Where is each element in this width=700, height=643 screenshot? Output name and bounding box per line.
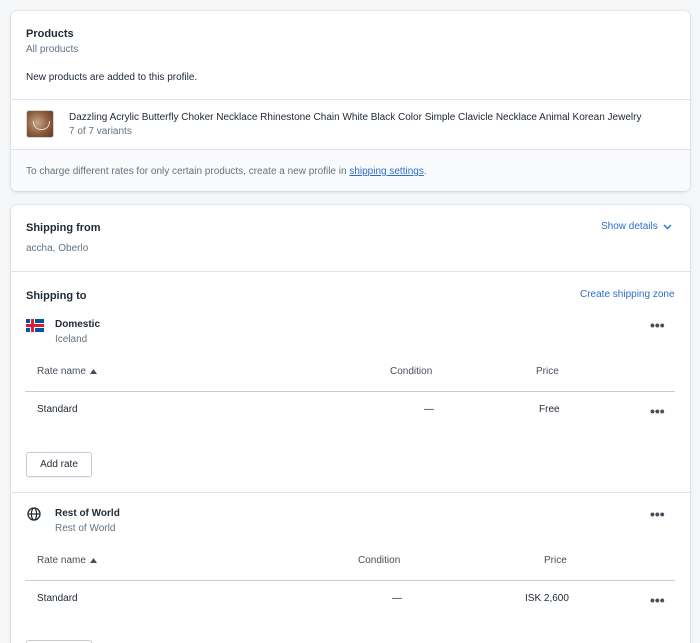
products-card: Products All products New products are a… [11,11,690,191]
footer-text: To charge different rates for only certa… [26,166,350,177]
show-details-label: Show details [601,221,658,232]
shipping-from-title: Shipping from [26,222,101,234]
divider [11,271,690,272]
products-subtitle: All products [26,44,79,55]
rate-more-actions-icon[interactable]: ••• [650,404,665,418]
zone-country: Iceland [55,334,88,345]
product-variants: 7 of 7 variants [69,126,132,137]
shipping-from-location: accha, Oberlo [26,243,89,254]
condition-header: Condition [390,366,433,377]
rate-condition: — [392,593,402,604]
zone-name: Domestic [55,319,101,330]
sort-ascending-icon [89,558,97,563]
divider [11,99,690,100]
shipping-card: Shipping from accha, Oberlo Show details… [11,205,690,643]
chevron-down-icon [663,224,672,229]
globe-icon [27,507,41,521]
zone-more-actions-icon[interactable]: ••• [650,507,665,521]
price-header: Price [544,555,567,566]
products-footer: To charge different rates for only certa… [11,149,690,191]
rate-name: Standard [37,404,78,415]
rate-condition: — [424,404,434,415]
price-header: Price [536,366,559,377]
zone-name: Rest of World [55,508,120,519]
rate-name-sort-header[interactable]: Rate name [37,555,97,566]
product-name[interactable]: Dazzling Acrylic Butterfly Choker Neckla… [69,112,641,123]
products-title: Products [26,28,74,40]
rate-price: ISK 2,600 [525,593,569,604]
show-details-button[interactable]: Show details [601,221,672,232]
table-header-line [25,391,675,392]
condition-header: Condition [358,555,401,566]
table-header-line [25,580,675,581]
products-note: New products are added to this profile. [26,72,198,83]
rate-more-actions-icon[interactable]: ••• [650,593,665,607]
products-footer-text: To charge different rates for only certa… [26,166,427,177]
rate-name: Standard [37,593,78,604]
divider [11,492,690,493]
add-rate-button[interactable]: Add rate [26,452,92,477]
product-thumbnail [26,110,54,138]
footer-end: . [423,166,427,177]
rate-name-header: Rate name [37,366,86,377]
create-shipping-zone-link[interactable]: Create shipping zone [580,289,675,300]
shipping-to-title: Shipping to [26,290,87,302]
sort-ascending-icon [89,369,97,374]
zone-more-actions-icon[interactable]: ••• [650,318,665,332]
rate-price: Free [539,404,560,415]
rate-name-header: Rate name [37,555,86,566]
iceland-flag-icon [26,319,44,332]
rate-name-sort-header[interactable]: Rate name [37,366,97,377]
zone-country: Rest of World [55,523,116,534]
shipping-settings-link[interactable]: shipping settings [349,166,424,177]
